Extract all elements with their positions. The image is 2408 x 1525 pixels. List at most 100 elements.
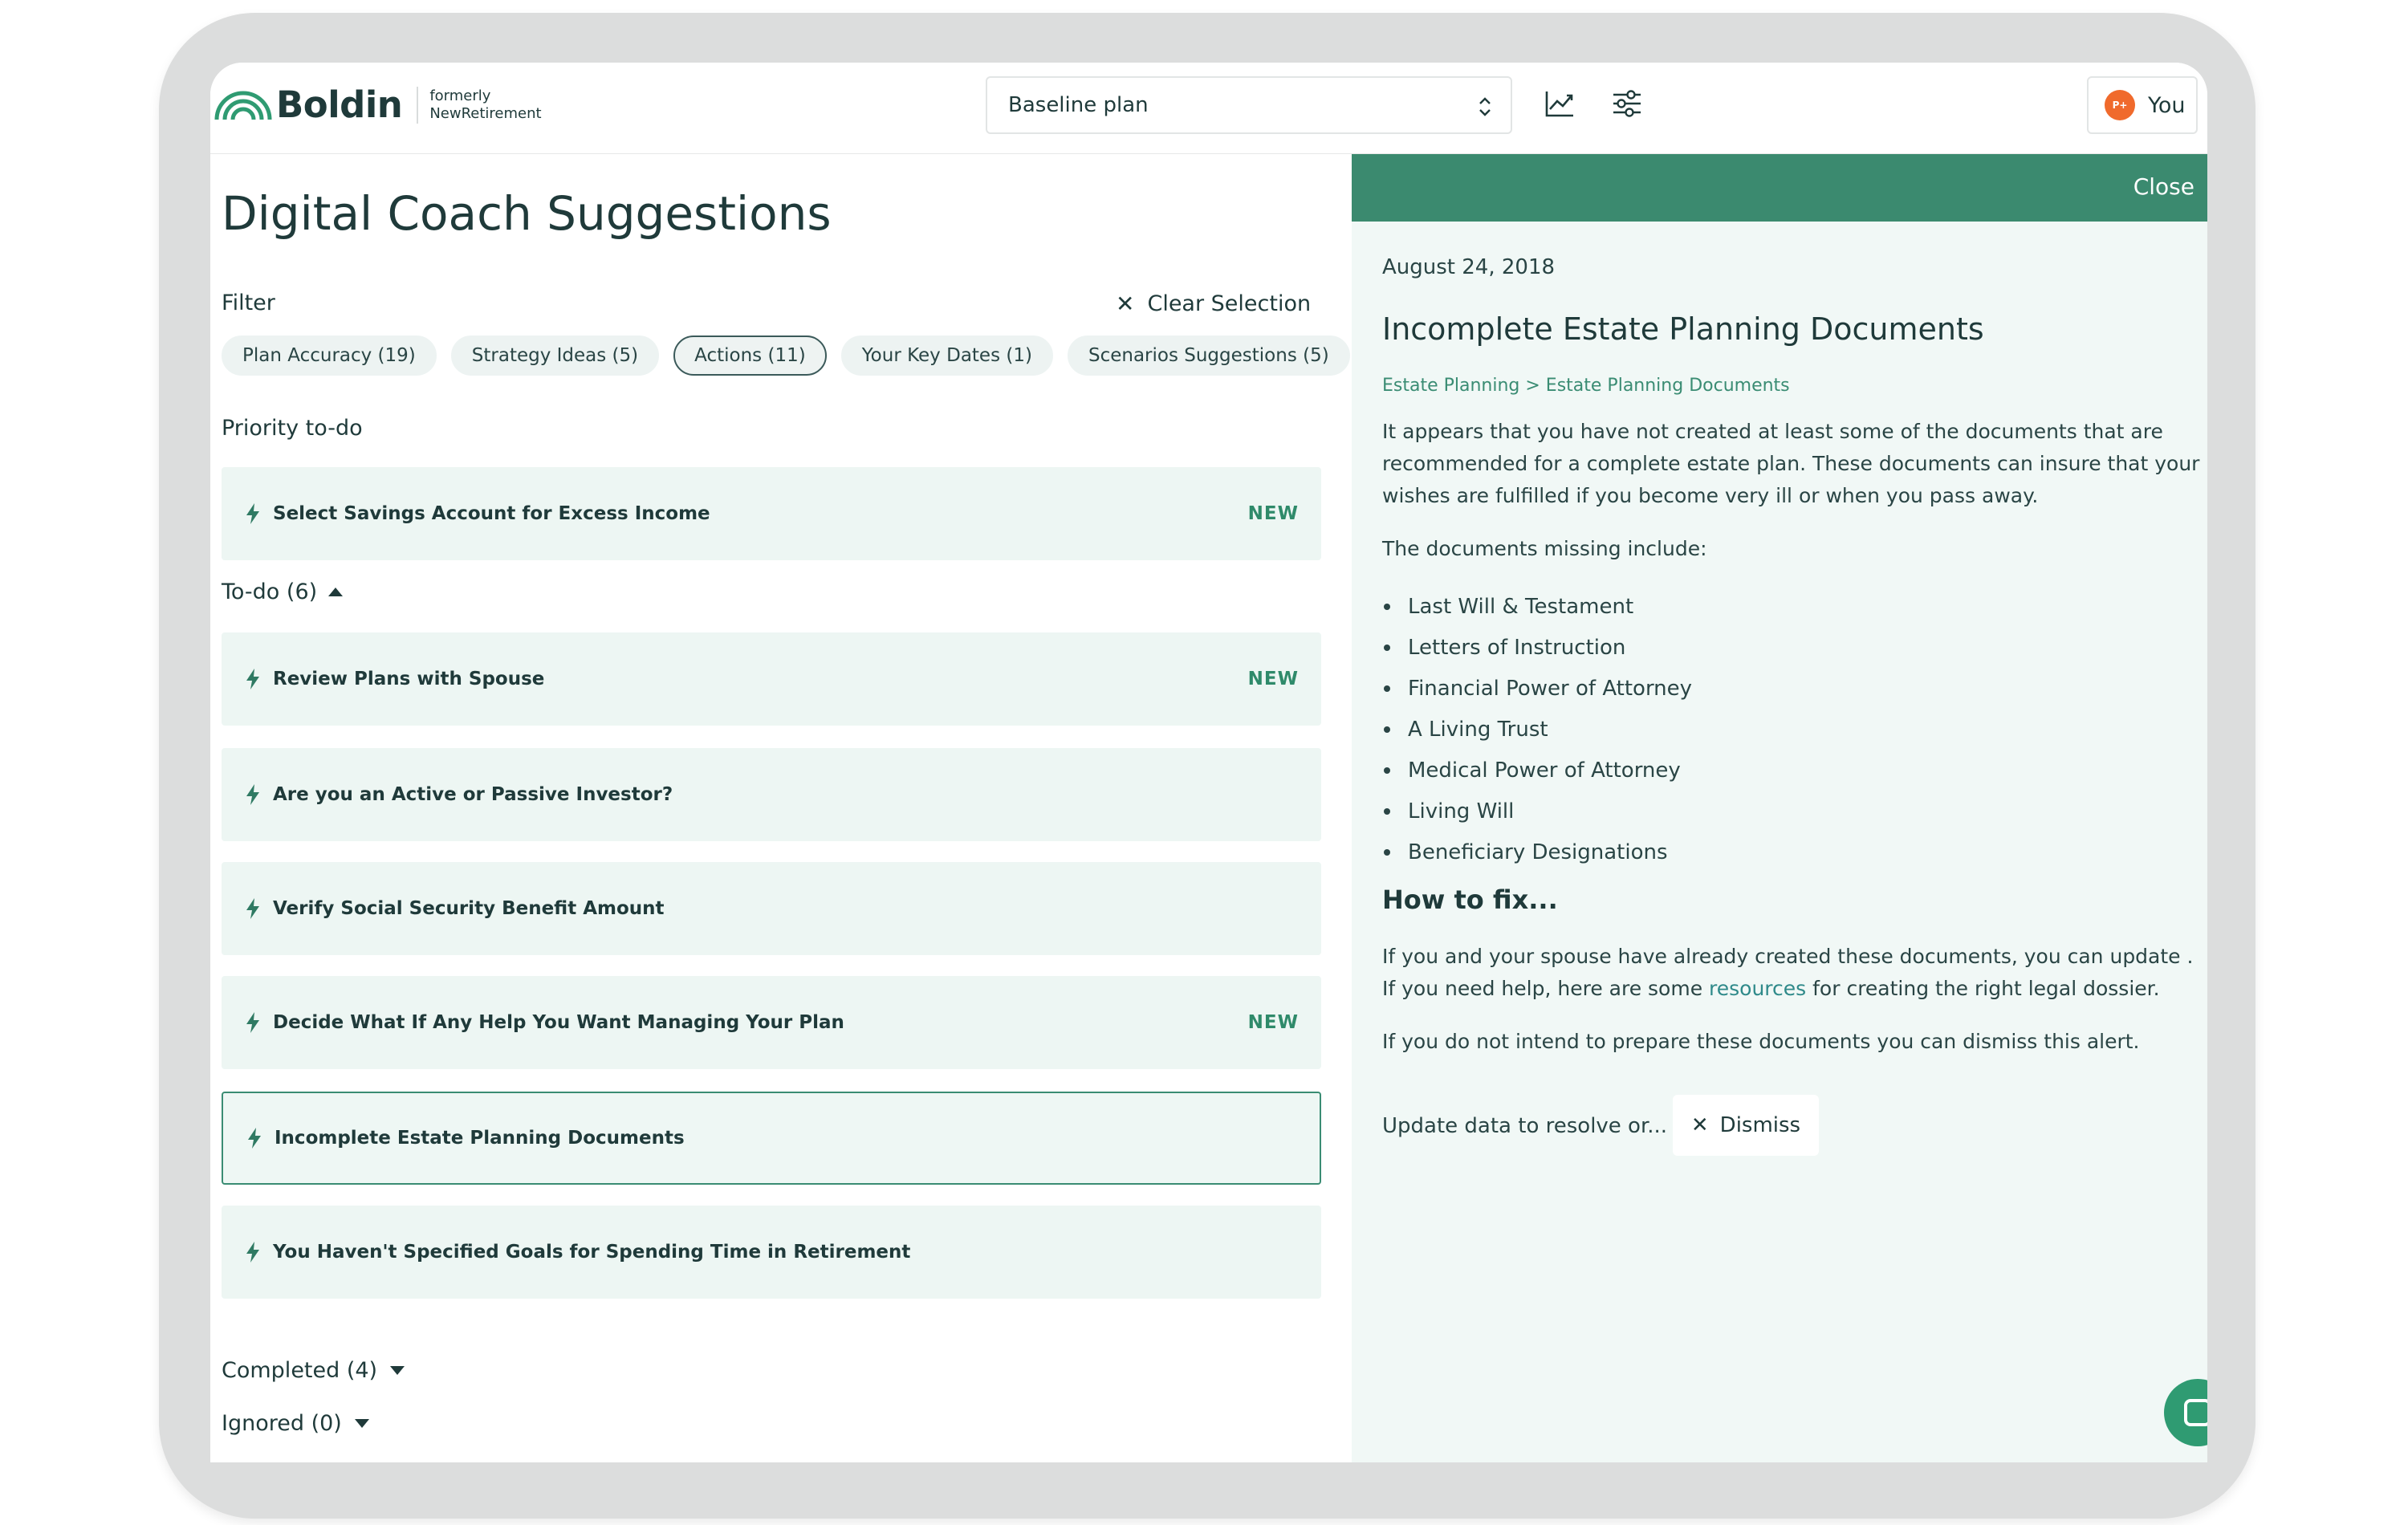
suggestion-card[interactable]: Review Plans with Spouse NEW	[222, 632, 1321, 726]
list-item-label: Letters of Instruction	[1408, 635, 1626, 660]
page-title: Digital Coach Suggestions	[222, 186, 832, 241]
lightning-icon	[246, 898, 259, 919]
bullet-dot	[1384, 807, 1390, 815]
chip-key-dates[interactable]: Your Key Dates (1)	[840, 336, 1053, 376]
suggestions-pane: Digital Coach Suggestions Filter ✕ Clear…	[210, 154, 1352, 1462]
lightning-icon	[246, 784, 259, 805]
fix-text-part2: for creating the right legal dossier.	[1806, 977, 2160, 1000]
caret-down-icon	[354, 1419, 369, 1428]
list-item: Last Will & Testament	[1382, 586, 1692, 627]
suggestion-title: Incomplete Estate Planning Documents	[275, 1128, 685, 1149]
list-item-label: A Living Trust	[1408, 717, 1548, 742]
caret-down-icon	[390, 1366, 405, 1375]
formerly-label: formerly NewRetirement	[429, 87, 541, 123]
priority-label: Priority to-do	[222, 416, 363, 441]
completed-label: Completed (4)	[222, 1358, 378, 1383]
bullet-dot	[1384, 644, 1390, 651]
chat-icon	[2184, 1399, 2207, 1426]
bullet-dot	[1384, 767, 1390, 774]
list-item: A Living Trust	[1382, 709, 1692, 750]
top-header: Boldin formerly NewRetirement Baseline p…	[210, 63, 2207, 154]
formerly-line1: formerly	[429, 87, 491, 104]
suggestion-title: You Haven't Specified Goals for Spending…	[273, 1242, 911, 1263]
resolve-label: Update data to resolve or...	[1382, 1114, 1668, 1138]
suggestion-card-selected[interactable]: Incomplete Estate Planning Documents	[222, 1092, 1321, 1185]
list-item: Medical Power of Attorney	[1382, 750, 1692, 791]
list-item-label: Financial Power of Attorney	[1408, 676, 1693, 701]
suggestion-title: Select Savings Account for Excess Income	[273, 503, 710, 524]
suggestion-card[interactable]: Decide What If Any Help You Want Managin…	[222, 976, 1321, 1069]
lightning-icon	[248, 1128, 261, 1149]
bullet-dot	[1384, 726, 1390, 733]
detail-intro: It appears that you have not created at …	[1382, 420, 2200, 507]
list-item-label: Beneficiary Designations	[1408, 840, 1668, 864]
app-screen: Boldin formerly NewRetirement Baseline p…	[210, 63, 2207, 1462]
new-badge: NEW	[1247, 669, 1299, 689]
lightning-icon	[246, 1242, 259, 1263]
filter-chips: Plan Accuracy (19) Strategy Ideas (5) Ac…	[222, 336, 1350, 376]
new-badge: NEW	[1247, 503, 1299, 524]
user-menu-button[interactable]: P+ You	[2087, 76, 2198, 134]
formerly-line2: NewRetirement	[429, 104, 542, 122]
dismiss-button[interactable]: ✕ Dismiss	[1673, 1095, 1819, 1156]
suggestion-title: Decide What If Any Help You Want Managin…	[273, 1012, 844, 1033]
plan-select-value: Baseline plan	[1008, 93, 1149, 117]
todo-label: To-do (6)	[222, 580, 318, 604]
close-button[interactable]: Close	[2133, 173, 2194, 200]
missing-docs-list: Last Will & Testament Letters of Instruc…	[1382, 586, 1692, 872]
avatar: P+	[2105, 90, 2135, 120]
clear-selection-button[interactable]: ✕ Clear Selection	[1116, 291, 1311, 317]
todo-toggle[interactable]: To-do (6)	[222, 580, 344, 604]
boldin-logo[interactable]: Boldin formerly NewRetirement	[214, 83, 542, 126]
suggestion-title: Review Plans with Spouse	[273, 669, 545, 689]
bullet-dot	[1384, 603, 1390, 610]
detail-header-bar: Close	[1352, 154, 2207, 222]
bullet-dot	[1384, 685, 1390, 692]
rainbow-arc-icon	[214, 91, 272, 120]
bullet-dot	[1384, 848, 1390, 856]
suggestion-date: August 24, 2018	[1382, 255, 1556, 279]
suggestion-title: Verify Social Security Benefit Amount	[273, 898, 665, 919]
logo-text: Boldin	[276, 83, 403, 126]
ignored-label: Ignored (0)	[222, 1411, 342, 1436]
chip-strategy-ideas[interactable]: Strategy Ideas (5)	[450, 336, 660, 376]
logo-divider	[417, 86, 419, 124]
suggestion-card[interactable]: Select Savings Account for Excess Income…	[222, 467, 1321, 560]
chip-plan-accuracy[interactable]: Plan Accuracy (19)	[222, 336, 437, 376]
close-icon: ✕	[1116, 291, 1135, 317]
list-item: Beneficiary Designations	[1382, 832, 1692, 872]
chart-line-icon[interactable]	[1543, 87, 1576, 120]
chat-launcher-button[interactable]	[2164, 1379, 2207, 1446]
close-icon: ✕	[1690, 1113, 1709, 1137]
list-item: Financial Power of Attorney	[1382, 668, 1692, 709]
how-to-fix-heading: How to fix...	[1382, 885, 1558, 915]
list-item: Living Will	[1382, 791, 1692, 832]
lightning-icon	[246, 503, 259, 524]
chip-actions[interactable]: Actions (11)	[673, 336, 827, 376]
plan-select[interactable]: Baseline plan	[986, 76, 1512, 134]
clear-selection-label: Clear Selection	[1147, 291, 1312, 316]
list-item-label: Living Will	[1408, 799, 1515, 824]
suggestion-card[interactable]: Are you an Active or Passive Investor?	[222, 748, 1321, 841]
ignored-toggle[interactable]: Ignored (0)	[222, 1411, 369, 1436]
caret-up-icon	[328, 588, 344, 596]
breadcrumb[interactable]: Estate Planning > Estate Planning Docume…	[1382, 376, 1790, 396]
list-item: Letters of Instruction	[1382, 627, 1692, 668]
sliders-icon[interactable]	[1610, 87, 1644, 120]
detail-title: Incomplete Estate Planning Documents	[1382, 311, 1984, 347]
filter-label: Filter	[222, 291, 275, 315]
completed-toggle[interactable]: Completed (4)	[222, 1358, 405, 1383]
suggestion-card[interactable]: You Haven't Specified Goals for Spending…	[222, 1206, 1321, 1299]
list-item-label: Last Will & Testament	[1408, 594, 1634, 619]
list-item-label: Medical Power of Attorney	[1408, 758, 1681, 783]
user-label: You	[2148, 92, 2186, 118]
suggestion-card[interactable]: Verify Social Security Benefit Amount	[222, 862, 1321, 955]
chip-scenarios-suggestions[interactable]: Scenarios Suggestions (5)	[1067, 336, 1350, 376]
chevron-updown-icon	[1479, 97, 1491, 116]
new-badge: NEW	[1247, 1012, 1299, 1033]
lightning-icon	[246, 669, 259, 689]
lightning-icon	[246, 1012, 259, 1033]
fix-paragraph: If you and your spouse have already crea…	[1382, 941, 2207, 1005]
resources-link[interactable]: resources	[1709, 977, 1806, 1000]
dismiss-label: Dismiss	[1719, 1113, 1801, 1137]
